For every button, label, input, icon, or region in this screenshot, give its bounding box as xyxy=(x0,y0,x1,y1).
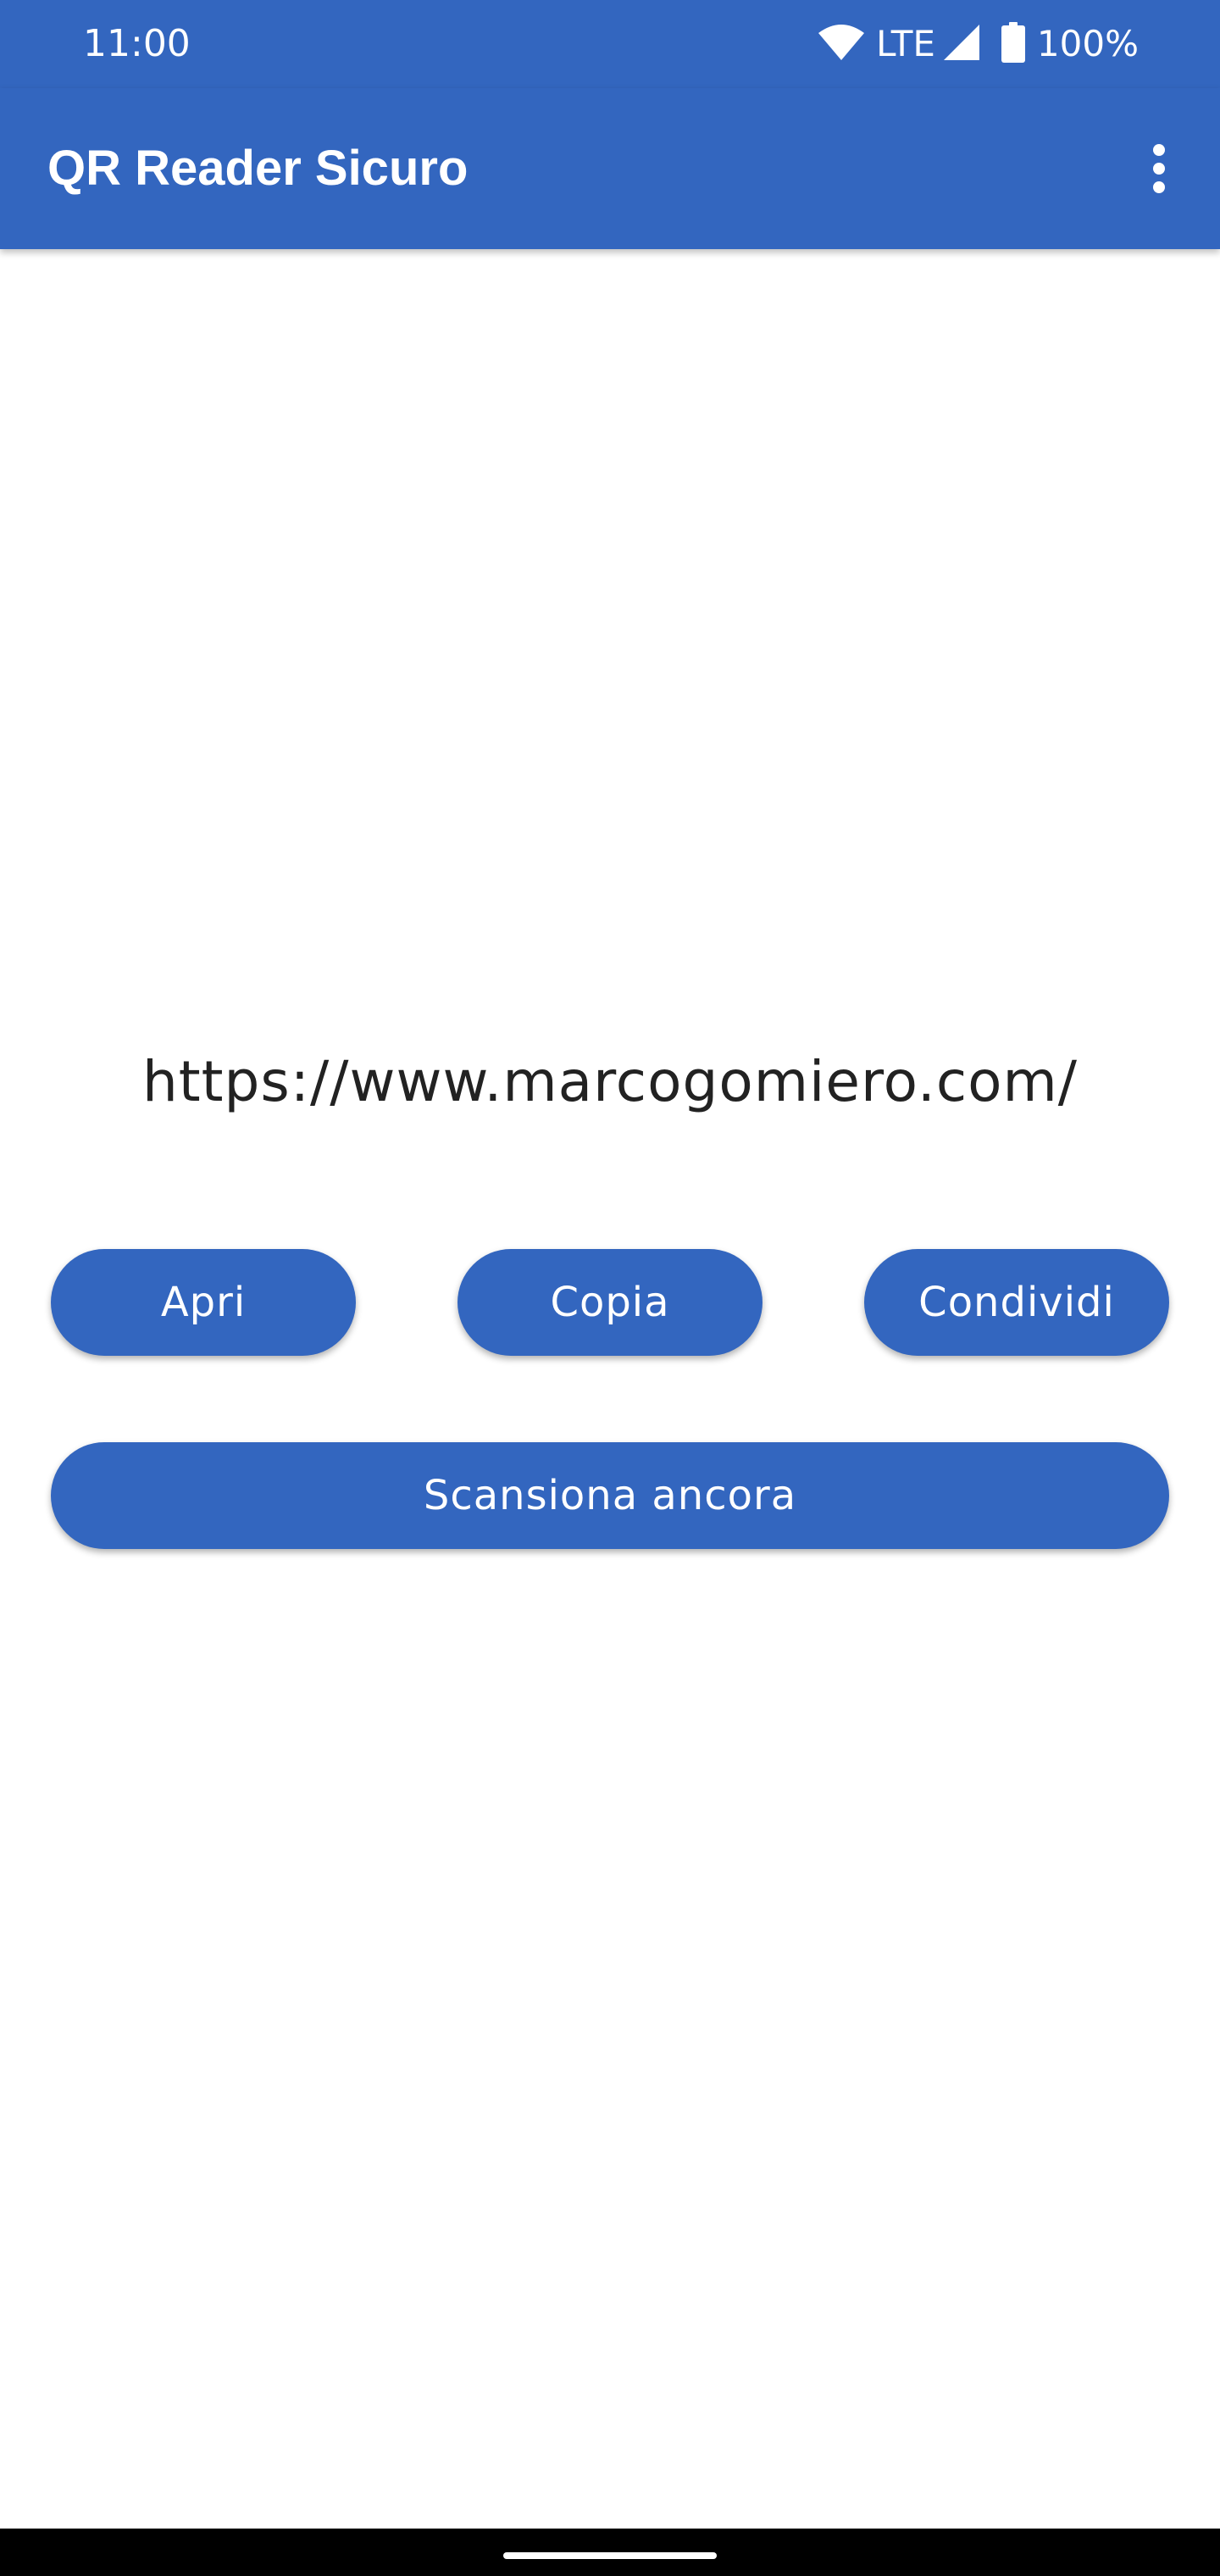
app-title: QR Reader Sicuro xyxy=(47,141,469,196)
scan-again-button[interactable]: Scansiona ancora xyxy=(51,1442,1169,1549)
open-button[interactable]: Apri xyxy=(51,1249,356,1356)
navigation-bar xyxy=(0,2529,1220,2576)
status-icons: LTE 100% xyxy=(817,19,1139,69)
status-time: 11:00 xyxy=(83,22,191,65)
app-bar: QR Reader Sicuro xyxy=(0,88,1220,249)
status-bar: 11:00 LTE 100% xyxy=(0,0,1220,88)
home-gesture-handle[interactable] xyxy=(503,2552,717,2559)
more-vert-icon[interactable] xyxy=(1132,132,1186,205)
signal-icon xyxy=(942,23,981,66)
battery-level: 100% xyxy=(1036,23,1139,64)
network-type: LTE xyxy=(876,23,935,64)
wifi-icon xyxy=(817,23,866,66)
share-button[interactable]: Condividi xyxy=(864,1249,1169,1356)
scanned-url: https://www.marcogomiero.com/ xyxy=(141,1049,1079,1114)
battery-icon xyxy=(1001,21,1025,67)
copy-button[interactable]: Copia xyxy=(458,1249,762,1356)
